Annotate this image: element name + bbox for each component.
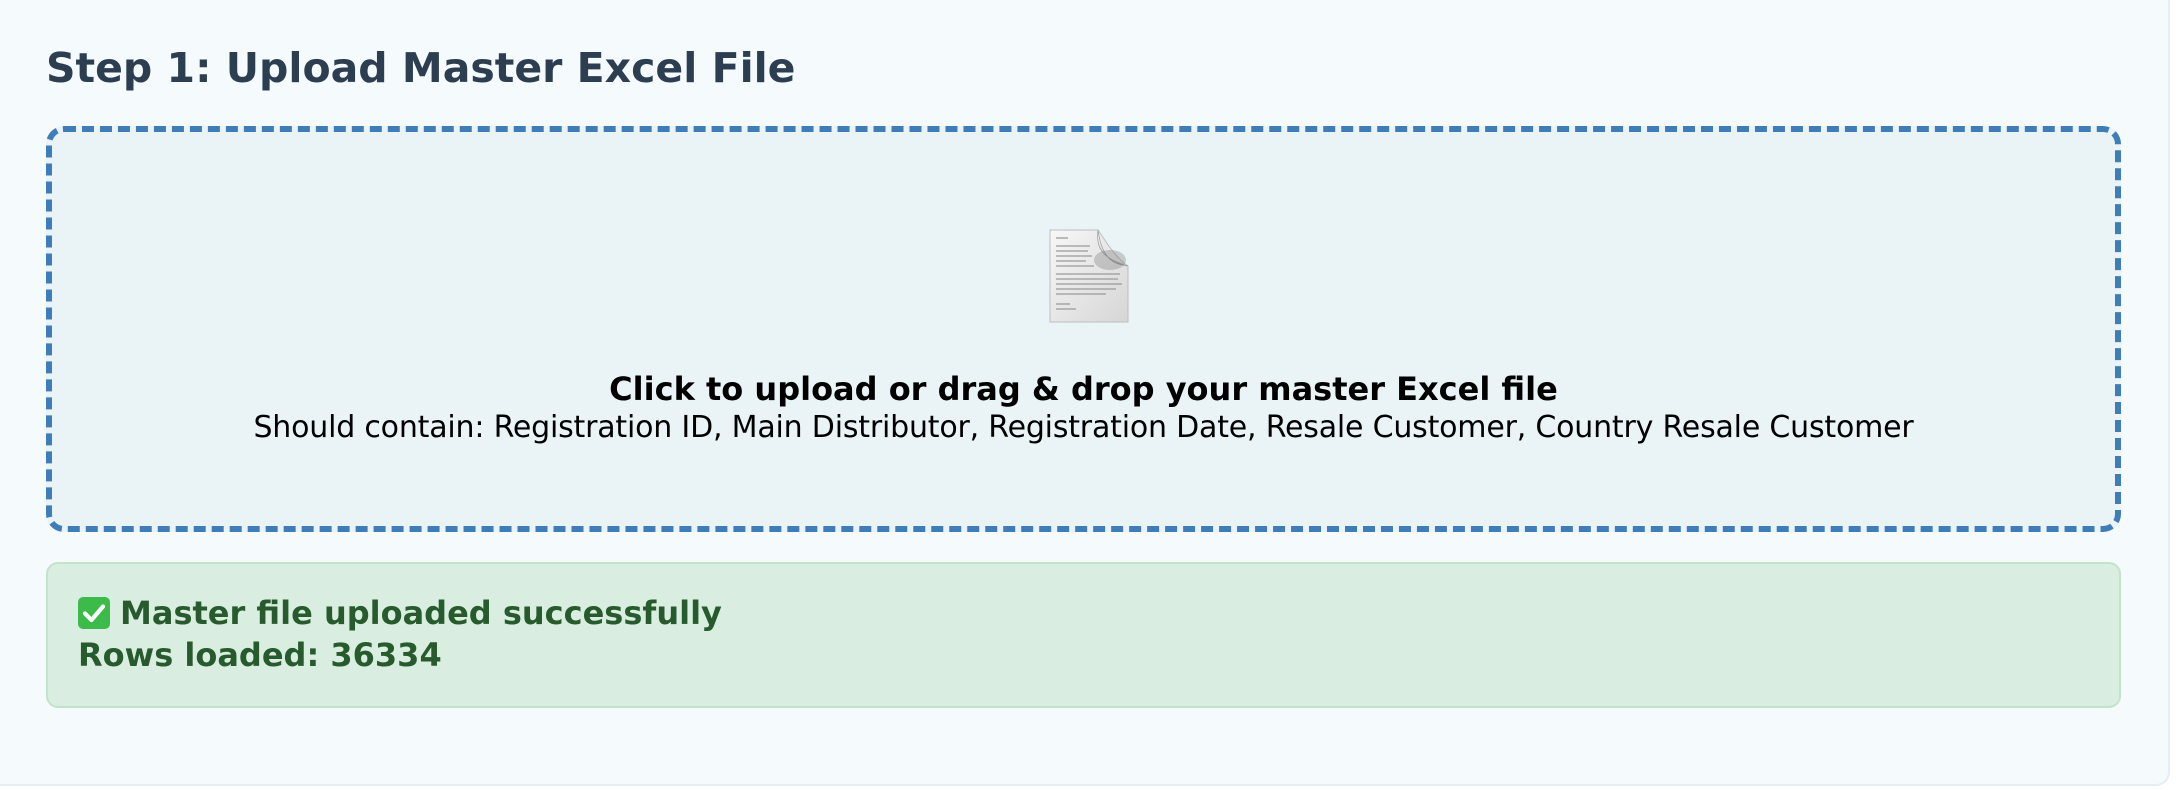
- rows-loaded-label: Rows loaded:: [78, 636, 331, 674]
- step-title: Step 1: Upload Master Excel File: [46, 44, 796, 92]
- upload-success-alert: Master file uploaded successfully Rows l…: [46, 562, 2121, 708]
- rows-loaded-count: 36334: [330, 636, 442, 674]
- file-dropzone[interactable]: Click to upload or drag & drop your mast…: [46, 126, 2121, 532]
- upload-panel: Step 1: Upload Master Excel File Click t…: [0, 0, 2170, 786]
- dropzone-sub-text: Should contain: Registration ID, Main Di…: [253, 410, 1914, 445]
- dropzone-main-text: Click to upload or drag & drop your mast…: [609, 370, 1558, 408]
- rows-loaded-line: Rows loaded: 36334: [78, 636, 442, 674]
- success-message: Master file uploaded successfully: [120, 594, 722, 632]
- document-icon: [1049, 229, 1129, 323]
- check-mark-icon: [78, 597, 110, 629]
- success-message-line: Master file uploaded successfully: [78, 594, 722, 632]
